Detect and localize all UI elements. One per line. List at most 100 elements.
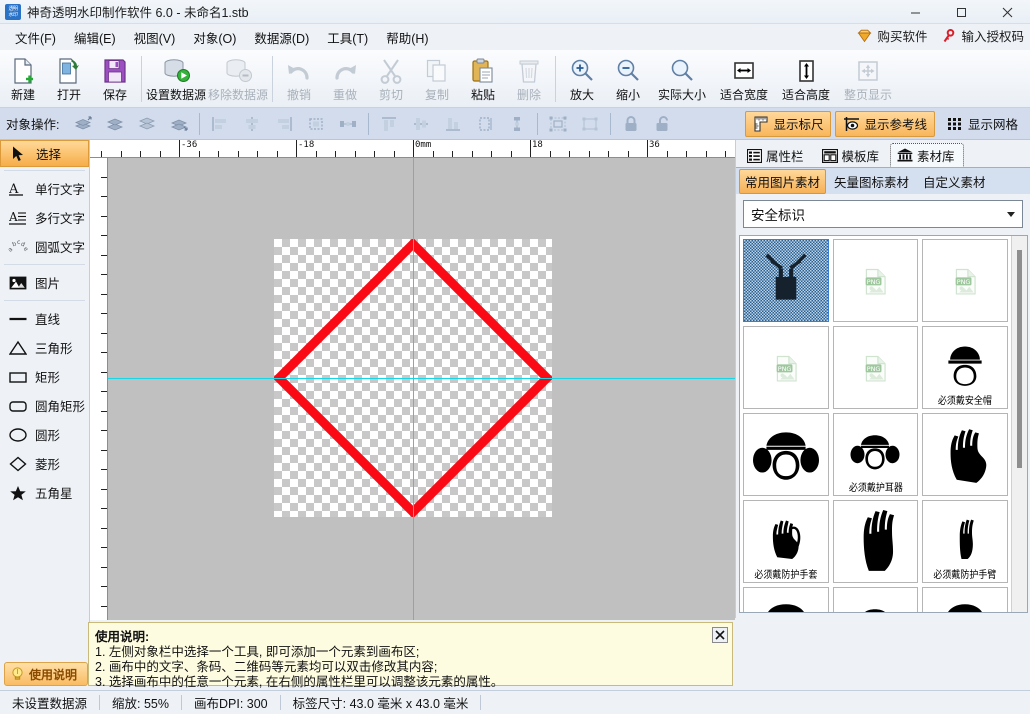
material-item[interactable]: PNG	[833, 326, 919, 409]
canvas-area[interactable]	[108, 158, 735, 620]
menu-edit[interactable]: 编辑(E)	[65, 25, 125, 50]
usage-instructions-button[interactable]: 使用说明	[4, 662, 88, 686]
tool-diamond[interactable]: 菱形	[0, 449, 89, 478]
material-scrollbar[interactable]	[1011, 236, 1027, 612]
toolbar-remove-datasource[interactable]: 移除数据源	[207, 52, 269, 106]
unlock-button[interactable]	[647, 110, 679, 138]
material-item[interactable]	[743, 239, 829, 322]
align-right-button[interactable]	[268, 110, 300, 138]
tool-image[interactable]: 图片	[0, 268, 89, 297]
distribute-horizontal-button[interactable]	[332, 110, 364, 138]
toolbar-cut[interactable]: 剪切	[368, 52, 414, 106]
align-center-horizontal-button[interactable]	[236, 110, 268, 138]
material-item[interactable]: 必须戴防护手臂	[922, 500, 1008, 583]
object-operations-bar: 对象操作:	[0, 108, 1030, 140]
toolbar-copy[interactable]: 复制	[414, 52, 460, 106]
enter-license-button[interactable]: 输入授权码	[941, 26, 1024, 45]
material-item[interactable]	[833, 500, 919, 583]
subtab-common-images[interactable]: 常用图片素材	[739, 169, 826, 194]
toolbar-fit-width[interactable]: 适合宽度	[713, 52, 775, 106]
maximize-button[interactable]	[938, 0, 984, 24]
menu-object[interactable]: 对象(O)	[184, 25, 245, 50]
align-bottom-button[interactable]	[437, 110, 469, 138]
toggle-show-grid[interactable]: 显示网格	[940, 111, 1025, 137]
align-top-edge-button[interactable]	[300, 110, 332, 138]
same-height-button[interactable]	[469, 110, 501, 138]
material-item[interactable]: PNG	[833, 239, 919, 322]
tool-rectangle[interactable]: 矩形	[0, 362, 89, 391]
material-item[interactable]: 必须戴防护眼镜	[833, 587, 919, 613]
subtab-vector-icons[interactable]: 矢量图标素材	[828, 169, 915, 194]
tool-triangle[interactable]: 三角形	[0, 333, 89, 362]
align-left-button[interactable]	[204, 110, 236, 138]
ungroup-button[interactable]	[574, 110, 606, 138]
tool-line[interactable]: 直线	[0, 304, 89, 333]
toolbar-actual-size[interactable]: 实际大小	[651, 52, 713, 106]
vertical-guide-line[interactable]	[413, 158, 414, 620]
distribute-vertical-button[interactable]	[501, 110, 533, 138]
send-backward-button[interactable]	[131, 110, 163, 138]
close-button[interactable]	[984, 0, 1030, 24]
toggle-show-ruler[interactable]: 显示标尺	[745, 111, 831, 137]
toolbar-cut-label: 剪切	[379, 88, 403, 102]
menu-tools[interactable]: 工具(T)	[318, 25, 377, 50]
tool-single-line-text[interactable]: A 单行文字	[0, 174, 89, 203]
toolbar-paste[interactable]: 粘贴	[460, 52, 506, 106]
tool-ellipse[interactable]: 圆形	[0, 420, 89, 449]
toolbar-zoom-in[interactable]: 放大	[559, 52, 605, 106]
toolbar-fit-height[interactable]: 适合高度	[775, 52, 837, 106]
toolbar-open[interactable]: 打开	[46, 52, 92, 106]
vertical-ruler[interactable]	[90, 158, 108, 620]
tab-template-library[interactable]: 模板库	[815, 143, 889, 167]
material-item[interactable]: PNG	[922, 239, 1008, 322]
bring-to-front-button[interactable]	[67, 110, 99, 138]
material-category-select[interactable]: 安全标识	[743, 200, 1023, 228]
buy-software-button[interactable]: 购买软件	[857, 26, 927, 45]
minimize-button[interactable]	[892, 0, 938, 24]
menu-datasource[interactable]: 数据源(D)	[245, 25, 318, 50]
bring-to-front-icon	[73, 115, 93, 133]
group-button[interactable]	[542, 110, 574, 138]
send-to-back-button[interactable]	[163, 110, 195, 138]
toolbar-delete[interactable]: 删除	[506, 52, 552, 106]
status-datasource: 未设置数据源	[0, 693, 99, 712]
hint-close-button[interactable]	[712, 627, 728, 643]
toolbar-zoom-out[interactable]: 缩小	[605, 52, 651, 106]
toolbar-save[interactable]: 保存	[92, 52, 138, 106]
distribute-vertical-icon	[507, 115, 527, 133]
tool-select[interactable]: 选择	[0, 140, 89, 167]
tool-multi-line-text[interactable]: A 多行文字	[0, 203, 89, 232]
undo-icon	[285, 55, 313, 87]
tool-arc-text[interactable]: ab cd e 圆弧文字	[0, 232, 89, 261]
toolbar-undo[interactable]: 撤销	[276, 52, 322, 106]
tool-rounded-rectangle[interactable]: 圆角矩形	[0, 391, 89, 420]
toolbar-set-datasource[interactable]: 设置数据源	[145, 52, 207, 106]
material-item[interactable]: 必须戴护耳器	[833, 413, 919, 496]
toolbar-fit-page[interactable]: 整页显示	[837, 52, 899, 106]
horizontal-guide-line[interactable]	[108, 378, 735, 379]
menu-help[interactable]: 帮助(H)	[377, 25, 437, 50]
material-item[interactable]: 必须戴安全帽	[922, 326, 1008, 409]
toggle-show-guideline[interactable]: 显示参考线	[835, 111, 935, 137]
tab-material-library[interactable]: 素材库	[890, 143, 964, 167]
material-item[interactable]	[922, 413, 1008, 496]
menu-file[interactable]: 文件(F)	[6, 25, 65, 50]
material-item[interactable]	[922, 587, 1008, 613]
toolbar-redo[interactable]: 重做	[322, 52, 368, 106]
material-item[interactable]	[743, 587, 829, 613]
toolbar-new[interactable]: 新建	[0, 52, 46, 106]
menu-view[interactable]: 视图(V)	[125, 25, 185, 50]
bring-forward-button[interactable]	[99, 110, 131, 138]
material-item[interactable]: 必须戴防护手套	[743, 500, 829, 583]
material-scrollbar-thumb[interactable]	[1017, 250, 1022, 468]
tool-star[interactable]: 五角星	[0, 478, 89, 507]
material-item[interactable]	[743, 413, 829, 496]
align-middle-vertical-button[interactable]	[405, 110, 437, 138]
align-top-button[interactable]	[373, 110, 405, 138]
lock-button[interactable]	[615, 110, 647, 138]
horizontal-ruler[interactable]: -36-180mm1836	[90, 140, 735, 158]
material-item[interactable]: PNG	[743, 326, 829, 409]
material-item-label: 必须戴防护手臂	[928, 566, 1003, 581]
tab-properties[interactable]: 属性栏	[740, 143, 813, 167]
subtab-custom-materials[interactable]: 自定义素材	[917, 169, 992, 194]
